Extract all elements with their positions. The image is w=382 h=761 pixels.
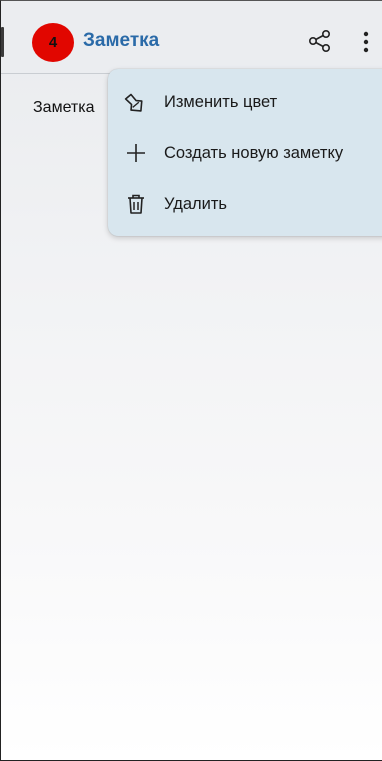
- badge-count: 4: [48, 34, 58, 51]
- top-app-bar: 4 Заметка: [1, 1, 382, 74]
- more-options-button[interactable]: [357, 27, 375, 57]
- note-content[interactable]: Заметка: [33, 99, 95, 117]
- menu-item-label: Удалить: [164, 194, 227, 213]
- notification-badge: 4: [32, 23, 74, 62]
- more-vertical-icon: [363, 31, 369, 53]
- plus-icon: [124, 141, 148, 165]
- menu-item-delete[interactable]: Удалить: [108, 182, 382, 226]
- app-window: 4 Заметка Заметка Изменить цвет Создать …: [0, 0, 382, 761]
- back-handle[interactable]: [1, 27, 4, 57]
- paint-brush-icon: [124, 90, 148, 114]
- share-icon: [308, 29, 330, 52]
- overflow-menu: Изменить цвет Создать новую заметку Удал…: [108, 69, 382, 236]
- share-button[interactable]: [306, 27, 334, 55]
- trash-icon: [124, 192, 148, 216]
- menu-item-create-note[interactable]: Создать новую заметку: [108, 131, 382, 175]
- menu-item-change-color[interactable]: Изменить цвет: [108, 80, 382, 124]
- menu-item-label: Изменить цвет: [164, 92, 278, 111]
- page-title: Заметка: [83, 30, 160, 51]
- menu-item-label: Создать новую заметку: [164, 143, 344, 162]
